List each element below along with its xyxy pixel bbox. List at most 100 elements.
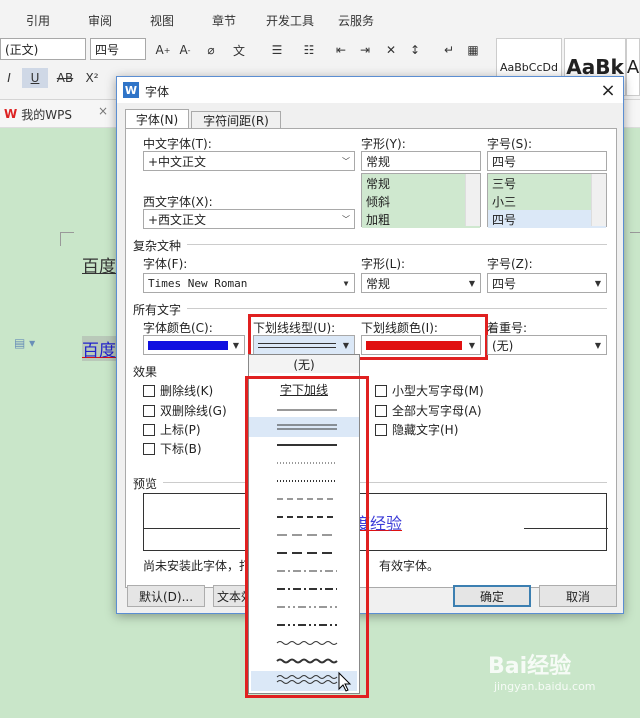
tab-developer[interactable]: 开发工具 bbox=[266, 12, 314, 29]
chevron-down-icon: ﹀ bbox=[342, 156, 350, 166]
style-list[interactable]: 常规 倾斜 加粗 bbox=[361, 173, 481, 228]
italic-button[interactable]: I bbox=[2, 68, 16, 88]
baidu-watermark-url: jingyan.baidu.com bbox=[494, 680, 596, 693]
chevron-down-icon: ▼ bbox=[468, 340, 476, 350]
list-item[interactable]: 小三 bbox=[488, 192, 606, 210]
chevron-down-icon: ▼ bbox=[232, 340, 240, 350]
cancel-button[interactable]: 取消 bbox=[539, 585, 617, 607]
strikethrough-checkbox[interactable]: 删除线(K) bbox=[143, 382, 213, 399]
font-color-label: 字体颜色(C): bbox=[143, 321, 213, 335]
chinese-font-label: 中文字体(T): bbox=[143, 137, 212, 151]
divider bbox=[187, 308, 607, 309]
complex-font-select[interactable]: Times New Roman ▼ bbox=[143, 273, 355, 293]
chevron-down-icon: ▼ bbox=[343, 278, 349, 288]
ok-button[interactable]: 确定 bbox=[453, 585, 531, 607]
all-caps-checkbox[interactable]: 全部大写字母(A) bbox=[375, 402, 482, 419]
numbering-icon[interactable]: ☷ bbox=[296, 40, 322, 60]
all-text-section-title: 所有文字 bbox=[133, 303, 182, 317]
font-color-swatch bbox=[148, 340, 228, 350]
page-corner-mark bbox=[60, 232, 74, 246]
double-line-icon bbox=[258, 342, 336, 348]
paragraph-icon[interactable]: ▤ ▾ bbox=[14, 336, 35, 350]
show-marks-icon[interactable]: ↵ bbox=[438, 40, 460, 60]
chinese-font-select[interactable]: +中文正文 ﹀ bbox=[143, 151, 355, 171]
tab-cloud[interactable]: 云服务 bbox=[338, 12, 374, 29]
list-item[interactable]: 加粗 bbox=[362, 210, 480, 228]
tab-review[interactable]: 审阅 bbox=[88, 12, 112, 29]
complex-section-title: 复杂文种 bbox=[133, 239, 182, 253]
western-font-label: 西文字体(X): bbox=[143, 195, 213, 209]
highlight-box-dropdown bbox=[245, 376, 369, 698]
size-label: 字号(S): bbox=[487, 137, 533, 151]
strikethrough-button[interactable]: AB bbox=[52, 68, 78, 88]
style-label: 字形(Y): bbox=[361, 137, 406, 151]
style-heading2[interactable]: A bbox=[626, 38, 640, 96]
small-caps-checkbox[interactable]: 小型大写字母(M) bbox=[375, 382, 484, 399]
bullets-icon[interactable]: ☰ bbox=[264, 40, 290, 60]
hidden-text-checkbox[interactable]: 隐藏文字(H) bbox=[375, 421, 458, 438]
sort-icon[interactable]: ↕ bbox=[404, 40, 426, 60]
chinese-layout-icon[interactable]: ✕ bbox=[380, 40, 402, 60]
scrollbar[interactable] bbox=[591, 174, 606, 226]
underline-type-select[interactable]: ▼ bbox=[253, 335, 355, 355]
style-input[interactable]: 常规 bbox=[361, 151, 481, 171]
size-input[interactable]: 四号 bbox=[487, 151, 607, 171]
tab-font[interactable]: 字体(N) bbox=[125, 109, 189, 129]
phonetic-icon[interactable]: 文 bbox=[226, 40, 252, 60]
wps-logo-icon: W bbox=[4, 107, 18, 121]
western-font-select[interactable]: +西文正文 ﹀ bbox=[143, 209, 355, 229]
tab-section[interactable]: 章节 bbox=[212, 12, 236, 29]
close-icon[interactable]: × bbox=[597, 79, 619, 101]
close-tab-icon[interactable]: × bbox=[98, 104, 112, 124]
indent-icon[interactable]: ⇥ bbox=[354, 40, 376, 60]
complex-style-label: 字形(L): bbox=[361, 257, 406, 271]
chevron-down-icon: ▼ bbox=[342, 340, 350, 350]
list-item[interactable]: 常规 bbox=[362, 174, 480, 192]
wps-home-tab[interactable]: W 我的WPS bbox=[4, 106, 94, 122]
font-size-select[interactable]: 四号 bbox=[90, 38, 146, 60]
double-strike-checkbox[interactable]: 双删除线(G) bbox=[143, 402, 227, 419]
list-item-selected[interactable]: 四号 bbox=[488, 210, 606, 228]
chevron-down-icon: ▼ bbox=[468, 278, 476, 288]
font-name-select[interactable]: (正文) bbox=[0, 38, 86, 60]
grow-font-icon[interactable]: A + bbox=[152, 40, 174, 60]
preview-baseline-left bbox=[144, 528, 240, 529]
divider bbox=[163, 482, 607, 483]
size-list[interactable]: 三号 小三 四号 bbox=[487, 173, 607, 228]
underline-color-swatch bbox=[366, 340, 462, 350]
superscript-button[interactable]: X² bbox=[82, 68, 102, 88]
emphasis-label: 着重号: bbox=[487, 321, 528, 335]
tab-view[interactable]: 视图 bbox=[150, 12, 174, 29]
font-notice-tail: 有效字体。 bbox=[379, 559, 440, 573]
dialog-title: 字体 bbox=[145, 85, 170, 99]
complex-font-label: 字体(F): bbox=[143, 257, 188, 271]
emphasis-select[interactable]: (无) ▼ bbox=[487, 335, 607, 355]
subscript-checkbox[interactable]: 下标(B) bbox=[143, 440, 202, 457]
default-button[interactable]: 默认(D)... bbox=[127, 585, 205, 607]
complex-style-select[interactable]: 常规 ▼ bbox=[361, 273, 481, 293]
chevron-down-icon: ▼ bbox=[594, 340, 602, 350]
list-item[interactable]: 倾斜 bbox=[362, 192, 480, 210]
tab-references[interactable]: 引用 bbox=[26, 12, 50, 29]
underline-color-select[interactable]: ▼ bbox=[361, 335, 481, 355]
superscript-checkbox[interactable]: 上标(P) bbox=[143, 421, 201, 438]
underline-button[interactable]: U bbox=[22, 68, 48, 88]
table-icon[interactable]: ▦ bbox=[462, 40, 484, 60]
page-corner-mark-right bbox=[630, 232, 640, 246]
font-dialog: W 字体 × 字体(N) 字符间距(R) 中文字体(T): +中文正文 ﹀ 字形(… bbox=[116, 76, 624, 614]
document-text-line1[interactable]: 百度 bbox=[82, 252, 116, 277]
outdent-icon[interactable]: ⇤ bbox=[330, 40, 352, 60]
shrink-font-icon[interactable]: A- bbox=[174, 40, 196, 60]
wps-app-icon: W bbox=[123, 82, 139, 98]
font-color-select[interactable]: ▼ bbox=[143, 335, 245, 355]
effects-section-title: 效果 bbox=[133, 365, 158, 379]
document-text-line2[interactable]: 百度 bbox=[82, 336, 116, 361]
tab-char-spacing[interactable]: 字符间距(R) bbox=[191, 111, 281, 129]
scrollbar[interactable] bbox=[465, 174, 480, 226]
list-item[interactable]: 三号 bbox=[488, 174, 606, 192]
divider bbox=[187, 244, 607, 245]
clear-format-icon[interactable]: ⌀ bbox=[200, 40, 222, 60]
preview-baseline-right bbox=[524, 528, 608, 529]
preview-section-title: 预览 bbox=[133, 477, 158, 491]
complex-size-select[interactable]: 四号 ▼ bbox=[487, 273, 607, 293]
